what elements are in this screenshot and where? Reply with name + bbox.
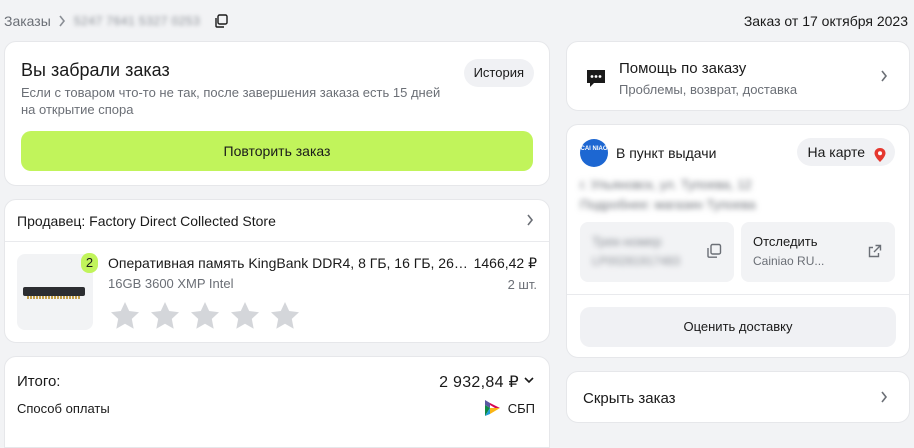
help-subtitle: Проблемы, возврат, доставка xyxy=(619,82,798,97)
star-icon[interactable] xyxy=(149,300,181,332)
star-icon[interactable] xyxy=(109,300,141,332)
product-name[interactable]: Оперативная память KingBank DDR4, 8 ГБ, … xyxy=(108,255,470,271)
external-link-icon xyxy=(867,243,883,259)
cainiao-logo: CAI NIAO xyxy=(580,139,608,167)
product-quantity: 2 шт. xyxy=(507,277,537,292)
repeat-order-button[interactable]: Повторить заказ xyxy=(21,131,533,171)
track-shipment-tile[interactable]: Отследить Cainiao RU... xyxy=(741,222,895,282)
track-number-title: Трек-номер xyxy=(592,234,662,249)
chevron-right-icon xyxy=(525,212,535,228)
star-icon[interactable] xyxy=(189,300,221,332)
chevron-right-icon xyxy=(879,68,889,84)
divider xyxy=(567,294,909,295)
pickup-details: Подробнее: магазин Тупоева xyxy=(580,197,756,212)
hide-order-card[interactable]: Скрыть заказ xyxy=(566,371,910,423)
breadcrumb-orders-link[interactable]: Заказы xyxy=(4,13,51,29)
payment-method: СБП xyxy=(507,401,535,416)
chevron-right-icon xyxy=(57,13,67,29)
order-status-card: Вы забрали заказ Если с товаром что-то н… xyxy=(4,41,550,186)
ram-module-image xyxy=(23,287,85,299)
totals-card: Итого: 2 932,84 ₽ Способ оплаты СБП xyxy=(4,356,550,448)
top-bar: Заказы 5247 7641 5327 0253 Заказ от 17 о… xyxy=(0,0,914,42)
rating-stars xyxy=(109,300,301,332)
status-title: Вы забрали заказ xyxy=(21,60,170,80)
rate-delivery-button[interactable]: Оценить доставку xyxy=(580,307,896,347)
status-description: Если с товаром что-то не так, после заве… xyxy=(21,85,441,117)
chat-icon xyxy=(585,67,607,89)
pickup-address: г. Ульяновск, ул. Тупоева, 12 xyxy=(580,177,752,192)
on-map-button[interactable]: На карте xyxy=(797,138,895,166)
seller-label: Продавец: Factory Direct Collected Store xyxy=(17,213,276,229)
help-title: Помощь по заказу xyxy=(619,60,747,77)
copy-icon[interactable] xyxy=(214,14,228,28)
pickup-card: CAI NIAO В пункт выдачи На карте г. Улья… xyxy=(566,124,910,358)
star-icon[interactable] xyxy=(229,300,261,332)
copy-icon[interactable] xyxy=(706,243,722,259)
total-label: Итого: xyxy=(17,373,61,390)
quantity-badge: 2 xyxy=(81,253,98,273)
track-number-value: LP00281917483 xyxy=(592,254,681,268)
on-map-label: На карте xyxy=(807,144,865,160)
sbp-logo-icon xyxy=(484,399,501,417)
pickup-title: В пункт выдачи xyxy=(616,145,717,161)
carrier-name: Cainiao RU... xyxy=(753,254,825,268)
map-pin-icon xyxy=(873,144,887,162)
chevron-down-icon[interactable] xyxy=(523,372,535,388)
seller-row[interactable]: Продавец: Factory Direct Collected Store xyxy=(5,200,549,242)
hide-order-label: Скрыть заказ xyxy=(583,390,676,407)
product-card: Продавец: Factory Direct Collected Store… xyxy=(4,199,550,343)
star-icon[interactable] xyxy=(269,300,301,332)
product-variant: 16GB 3600 XMP Intel xyxy=(108,276,234,291)
track-number-tile[interactable]: Трек-номер LP00281917483 xyxy=(580,222,734,282)
total-value[interactable]: 2 932,84 ₽ xyxy=(439,372,519,392)
history-button[interactable]: История xyxy=(463,59,534,87)
track-shipment-title: Отследить xyxy=(753,234,818,249)
product-price: 1466,42 ₽ xyxy=(473,255,537,271)
help-card[interactable]: Помощь по заказу Проблемы, возврат, дост… xyxy=(566,41,910,111)
chevron-right-icon xyxy=(879,389,889,405)
order-date: Заказ от 17 октября 2023 xyxy=(743,13,908,29)
order-number: 5247 7641 5327 0253 xyxy=(74,14,201,28)
payment-label: Способ оплаты xyxy=(17,401,110,416)
